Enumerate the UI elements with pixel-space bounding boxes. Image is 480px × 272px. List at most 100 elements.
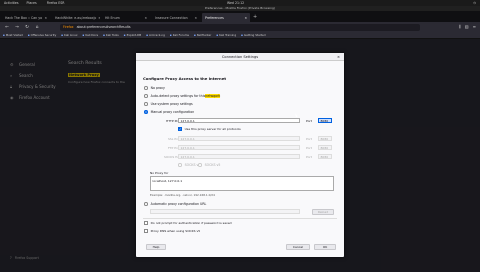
tab-label: HackWhite: e.au/zreboa/p	[55, 15, 97, 20]
no-proxy-for-textarea[interactable]: localhost, 127.0.0.1	[150, 176, 334, 191]
no-prompt-auth-checkbox[interactable]: Do not prompt for authentication if pass…	[144, 221, 232, 225]
radio-icon	[178, 163, 182, 167]
tab-insecure[interactable]: Insecure Connection ✕	[152, 13, 200, 22]
bookmark-item[interactable]: NetHunter	[194, 33, 212, 37]
tab-htb[interactable]: Hack The Box :: Can yo ✕	[2, 13, 50, 22]
radio-label: SOCKS v5	[204, 163, 221, 167]
radio-label: Automatic proxy configuration URL	[150, 202, 207, 206]
tab-hackwhite[interactable]: HackWhite: e.au/zreboa/p ✕	[52, 13, 100, 22]
activities-button[interactable]: Activities	[4, 1, 19, 5]
tab-label: Hack The Box :: Can yo	[5, 15, 43, 20]
close-icon[interactable]: ✕	[244, 16, 247, 20]
close-icon[interactable]: ✕	[194, 16, 197, 20]
radio-selected-icon	[144, 110, 148, 114]
dialog-title-text: Connection Settings	[221, 55, 259, 59]
bookmark-item[interactable]: Kali Training	[216, 33, 236, 37]
clock[interactable]: Wed 21:12	[227, 1, 244, 5]
reload-icon[interactable]: ↻	[24, 25, 30, 30]
bookmarks-toolbar: Most Visited Offensive Security Kali Lin…	[0, 32, 480, 39]
places-menu[interactable]: Places	[27, 1, 37, 5]
dialog-title: Connection Settings ×	[136, 53, 344, 61]
power-icon[interactable]: ⏻	[473, 1, 476, 5]
radio-label: No proxy	[150, 86, 165, 90]
menu-icon[interactable]: ≡	[473, 24, 476, 29]
close-icon[interactable]: ✕	[44, 16, 47, 20]
bookmark-item[interactable]: Aircrack-ng	[146, 33, 165, 37]
socks-port-input[interactable]: 8080	[318, 154, 332, 159]
auto-config-url-input[interactable]	[150, 209, 300, 214]
bookmark-item[interactable]: Exploit-DB	[124, 33, 142, 37]
tab-preferences[interactable]: Preferences ✕	[202, 13, 250, 22]
home-icon[interactable]: ⌂	[34, 25, 40, 30]
nav-bar: ← → ↻ ⌂ Firefox about:preferences#search…	[0, 22, 480, 32]
close-icon[interactable]: ×	[337, 53, 340, 61]
radio-icon	[144, 86, 148, 90]
tab-label: Preferences	[205, 15, 224, 20]
connection-settings-dialog: Connection Settings × Configure Proxy Ac…	[136, 53, 344, 257]
reload-button[interactable]: Reload	[312, 209, 334, 215]
checkbox-checked-icon: ✓	[178, 127, 182, 132]
use-for-all-checkbox[interactable]: ✓ Use this proxy server for all protocols	[178, 127, 241, 131]
socks-v5-radio[interactable]: SOCKS v5	[198, 163, 220, 167]
close-icon[interactable]: ✕	[98, 16, 100, 20]
radio-label: Manual proxy configuration	[150, 110, 195, 114]
bookmark-item[interactable]: Getting Started	[241, 33, 266, 37]
radio-icon	[144, 94, 148, 98]
port-label: Port	[306, 155, 312, 159]
forward-icon[interactable]: →	[14, 25, 20, 30]
bookmark-item[interactable]: Kali Tools	[103, 33, 119, 37]
radio-icon	[144, 102, 148, 106]
checkbox-icon	[144, 221, 148, 225]
firefox-identity[interactable]: Firefox	[63, 25, 74, 29]
tab-label: Insecure Connection	[155, 15, 188, 20]
auto-detect-radio[interactable]: Auto-detect proxy settings for this netw…	[144, 94, 221, 98]
bookmark-item[interactable]: Kali Docs	[83, 33, 98, 37]
ok-button[interactable]: OK	[314, 244, 336, 250]
tab-label: Hit Enum	[105, 15, 120, 20]
no-proxy-for-label: No Proxy for	[150, 171, 169, 175]
ssl-port-input[interactable]: 8080	[318, 136, 332, 141]
manual-proxy-radio[interactable]: Manual proxy configuration	[144, 110, 194, 114]
bookmark-item[interactable]: Offensive Security	[28, 33, 57, 37]
divider	[143, 218, 337, 219]
socks-host-input[interactable]: 127.0.0.1	[178, 154, 300, 159]
auto-config-url-radio[interactable]: Automatic proxy configuration URL	[144, 202, 206, 206]
new-tab-icon[interactable]: +	[253, 13, 257, 22]
http-port-input[interactable]: 8080	[318, 118, 332, 123]
no-proxy-radio[interactable]: No proxy	[144, 86, 165, 90]
radio-label: Auto-detect proxy settings for this	[150, 94, 206, 98]
port-label: Port	[306, 137, 312, 141]
checkbox-label: Do not prompt for authentication if pass…	[150, 221, 232, 225]
close-icon[interactable]: ✕	[144, 16, 147, 20]
radio-icon	[144, 202, 148, 206]
app-menu[interactable]: Firefox ESR	[47, 1, 65, 5]
bookmark-item[interactable]: Most Visited	[3, 33, 23, 37]
bookmark-item[interactable]: Kali Forums	[170, 33, 189, 37]
cancel-button[interactable]: Cancel	[286, 244, 310, 250]
radio-icon	[198, 163, 202, 167]
sidebar-icon[interactable]: ▥	[465, 24, 469, 29]
port-label: Port	[306, 119, 312, 123]
back-icon[interactable]: ←	[4, 25, 10, 30]
dialog-heading: Configure Proxy Access to the Internet	[143, 76, 227, 81]
bookmark-item[interactable]: Kali Linux	[61, 33, 77, 37]
http-proxy-input[interactable]: 127.0.0.1	[178, 118, 300, 123]
tab-strip: Hack The Box :: Can yo ✕ HackWhite: e.au/…	[0, 11, 480, 22]
system-proxy-radio[interactable]: Use system proxy settings	[144, 102, 193, 106]
checkbox-label: Use this proxy server for all protocols	[184, 127, 241, 131]
url-bar[interactable]: Firefox about:preferences#searchResults	[60, 23, 420, 31]
no-proxy-example: Example: .mozilla.org, .net.nz, 192.168.…	[150, 193, 215, 197]
ftp-proxy-input[interactable]: 127.0.0.1	[178, 145, 300, 150]
ftp-port-input[interactable]: 8080	[318, 145, 332, 150]
search-highlight: netwqork	[205, 94, 221, 98]
library-icon[interactable]: ⫼	[459, 24, 461, 29]
ssl-proxy-input[interactable]: 127.0.0.1	[178, 136, 300, 141]
radio-label: Use system proxy settings	[150, 102, 193, 106]
checkbox-icon	[144, 229, 148, 233]
help-button[interactable]: Help	[146, 244, 166, 250]
tab-hit-enum[interactable]: Hit Enum ✕	[102, 13, 150, 22]
proxy-dns-checkbox[interactable]: Proxy DNS when using SOCKS v5	[144, 229, 200, 233]
checkbox-label: Proxy DNS when using SOCKS v5	[150, 229, 201, 233]
url-text[interactable]: about:preferences#searchResults	[77, 25, 131, 29]
port-label: Port	[306, 146, 312, 150]
